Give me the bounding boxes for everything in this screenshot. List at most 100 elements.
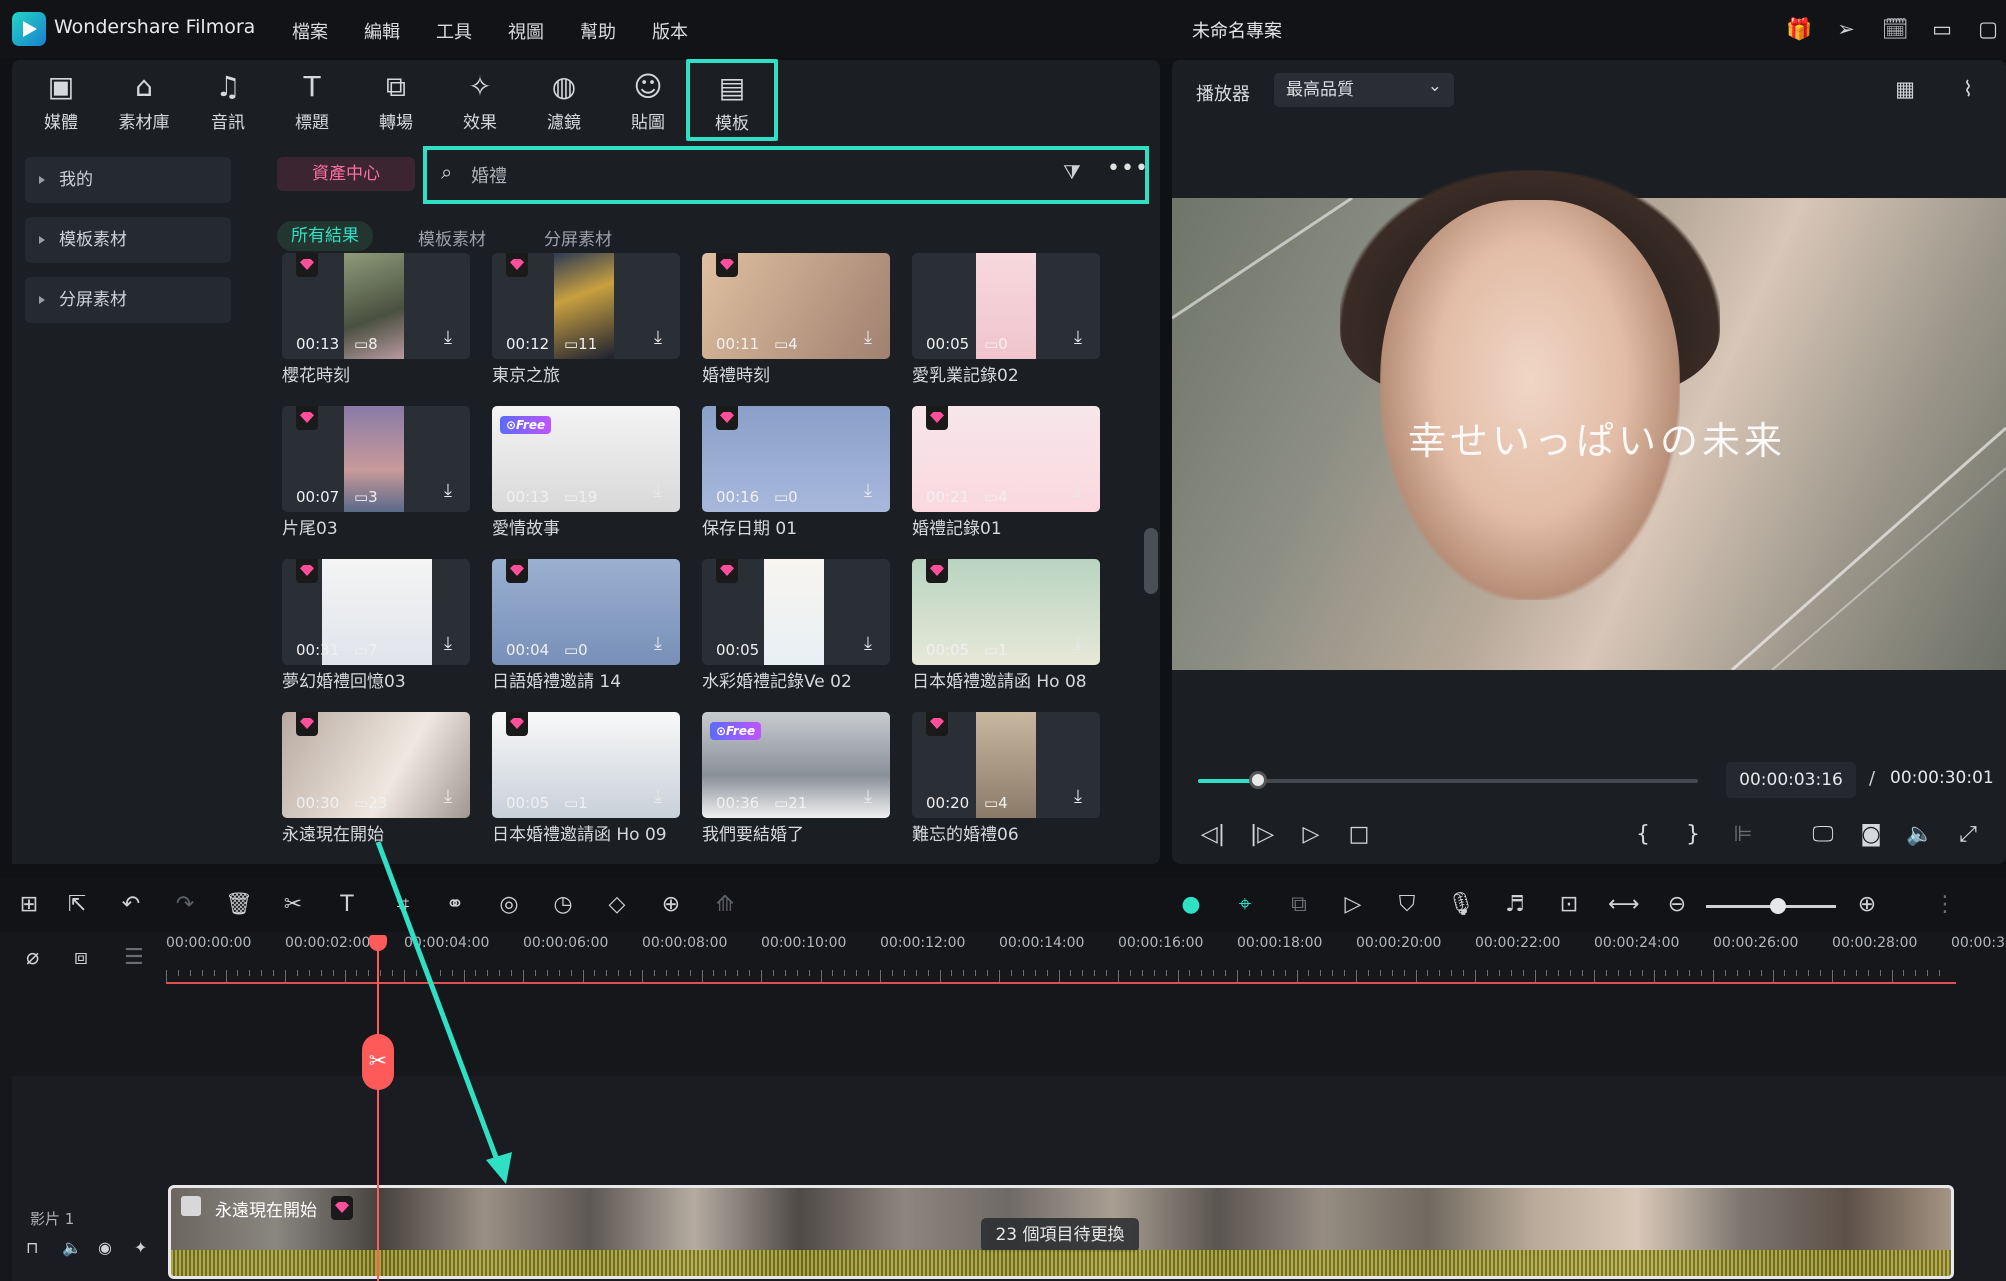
- cut-icon[interactable]: ✂: [278, 890, 308, 920]
- redo-icon[interactable]: ↷: [170, 890, 200, 920]
- template-card[interactable]: 00:12 ▭11 ⤓: [492, 253, 680, 359]
- download-icon[interactable]: ⤓: [648, 480, 668, 502]
- template-card[interactable]: 00:31 ▭7 ⤓: [282, 559, 470, 665]
- camera-icon[interactable]: ⧉: [1284, 890, 1314, 920]
- more-icon[interactable]: •••: [1107, 156, 1149, 181]
- play-icon[interactable]: ▷: [1296, 820, 1326, 850]
- menu-help[interactable]: 幫助: [580, 18, 616, 44]
- template-card[interactable]: 00:07 ▭3 ⤓: [282, 406, 470, 512]
- library-scrollbar[interactable]: [1144, 528, 1158, 594]
- template-clip[interactable]: 永遠現在開始 23 個項目待更換: [168, 1185, 1954, 1279]
- zoom-knob[interactable]: [1770, 898, 1786, 914]
- mic-icon[interactable]: 🎙: [1446, 890, 1476, 920]
- audio-mix-icon[interactable]: ♬: [1500, 890, 1530, 920]
- delete-icon[interactable]: 🗑: [224, 890, 254, 920]
- tab-all-results[interactable]: 所有結果: [277, 221, 373, 251]
- snapshot-icon[interactable]: ◙: [1856, 820, 1886, 850]
- shield-icon[interactable]: ⛉: [1392, 890, 1422, 920]
- fullscreen-icon[interactable]: ⤢: [1953, 820, 1983, 850]
- speed-icon[interactable]: ◷: [548, 890, 578, 920]
- download-icon[interactable]: ⤓: [1068, 786, 1088, 808]
- download-icon[interactable]: ⤓: [438, 786, 458, 808]
- download-icon[interactable]: ⤓: [1068, 633, 1088, 655]
- link-icon[interactable]: ⌀: [26, 945, 39, 970]
- options-icon[interactable]: ⋮: [1930, 890, 1960, 920]
- tool-stock[interactable]: ⌂ 素材庫: [109, 70, 179, 134]
- preview-fx-icon[interactable]: ⊡: [1554, 890, 1584, 920]
- tool-transition[interactable]: ⧉ 轉場: [361, 70, 431, 134]
- zoom-out-icon[interactable]: ⊖: [1662, 890, 1692, 920]
- asset-center-button[interactable]: 資產中心: [277, 157, 415, 191]
- template-card[interactable]: 00:05 ▭1 ⤓: [702, 559, 890, 665]
- keyframe-icon[interactable]: ◇: [602, 890, 632, 920]
- mute-icon[interactable]: 🔈: [62, 1238, 82, 1257]
- ai-text-icon[interactable]: ⊕: [656, 890, 686, 920]
- layout-icon[interactable]: ▭: [1929, 16, 1955, 42]
- history-icon[interactable]: 🗓: [1882, 16, 1909, 42]
- tool-title[interactable]: T 標題: [277, 70, 347, 134]
- template-card[interactable]: 00:05 ▭1 ⤓: [912, 559, 1100, 665]
- template-card[interactable]: 00:20 ▭4 ⤓: [912, 712, 1100, 818]
- next-frame-icon[interactable]: |▷: [1247, 820, 1277, 850]
- undo-icon[interactable]: ↶: [116, 890, 146, 920]
- magic-icon[interactable]: ✦: [134, 1238, 147, 1257]
- lock-icon[interactable]: ⊓: [26, 1238, 38, 1257]
- insert-icon[interactable]: ⊫: [1728, 820, 1758, 850]
- template-card[interactable]: 00:05 ▭0 ⤓: [912, 253, 1100, 359]
- tab-split-screen[interactable]: 分屏素材: [544, 225, 612, 250]
- template-card[interactable]: 00:04 ▭0 ⤓: [492, 559, 680, 665]
- playback-progress[interactable]: [1198, 779, 1698, 783]
- group-icon[interactable]: ⧈: [74, 945, 88, 970]
- sidebar-item-template-assets[interactable]: 模板素材: [25, 217, 231, 263]
- render-icon[interactable]: ▷: [1338, 890, 1368, 920]
- template-card[interactable]: ⊙Free 00:13 ▭19 ⤓: [492, 406, 680, 512]
- send-icon[interactable]: ➢: [1833, 16, 1859, 42]
- display-icon[interactable]: 🖵: [1808, 820, 1838, 850]
- layout-grid-icon[interactable]: ⊞: [14, 890, 44, 920]
- tool-template[interactable]: ▤ 模板: [686, 59, 778, 141]
- template-card[interactable]: ⊙Free 00:36 ▭21 ⤓: [702, 712, 890, 818]
- text-icon[interactable]: T: [332, 890, 362, 920]
- playhead[interactable]: [377, 935, 379, 1281]
- tab-template-assets[interactable]: 模板素材: [418, 225, 486, 250]
- download-icon[interactable]: ⤓: [438, 633, 458, 655]
- download-icon[interactable]: ⤓: [858, 327, 878, 349]
- template-card[interactable]: 00:11 ▭4 ⤓: [702, 253, 890, 359]
- mark-out-icon[interactable]: }: [1678, 820, 1708, 850]
- quality-select[interactable]: 最高品質: [1274, 69, 1454, 107]
- menu-version[interactable]: 版本: [652, 18, 688, 44]
- menu-tools[interactable]: 工具: [436, 18, 472, 44]
- mark-in-icon[interactable]: {: [1628, 820, 1658, 850]
- split-scissors-icon[interactable]: ✂: [362, 1034, 394, 1090]
- download-icon[interactable]: ⤓: [858, 786, 878, 808]
- crop-icon[interactable]: ⌗: [388, 890, 418, 920]
- eye-icon[interactable]: ◉: [98, 1238, 112, 1257]
- ai-icon[interactable]: ◎: [494, 890, 524, 920]
- track-icon[interactable]: ☰: [124, 945, 144, 970]
- template-card[interactable]: 00:16 ▭0 ⤓: [702, 406, 890, 512]
- menu-edit[interactable]: 編輯: [364, 18, 400, 44]
- grid-view-icon[interactable]: ▦: [1892, 76, 1918, 102]
- template-card[interactable]: 00:30 ▭23 ⤓: [282, 712, 470, 818]
- tool-filter[interactable]: ◍ 濾鏡: [529, 70, 599, 134]
- template-card[interactable]: 00:13 ▭8 ⤓: [282, 253, 470, 359]
- search-input[interactable]: [471, 160, 1031, 190]
- download-icon[interactable]: ⤓: [1068, 327, 1088, 349]
- sidebar-item-split-screen[interactable]: 分屏素材: [25, 277, 231, 323]
- template-card[interactable]: 00:05 ▭1 ⤓: [492, 712, 680, 818]
- select-icon[interactable]: ⇱: [62, 890, 92, 920]
- download-icon[interactable]: ⤓: [858, 633, 878, 655]
- timeline-ruler[interactable]: 00:00:00:00 00:00:02:00 00:00:04:00 00:00:0…: [166, 935, 2006, 985]
- download-icon[interactable]: ⤓: [438, 480, 458, 502]
- download-icon[interactable]: ⤓: [648, 327, 668, 349]
- tool-effects[interactable]: ✧ 效果: [445, 70, 515, 134]
- download-icon[interactable]: ⤓: [438, 327, 458, 349]
- gift-icon[interactable]: 🎁: [1786, 16, 1812, 42]
- download-icon[interactable]: ⤓: [648, 633, 668, 655]
- download-icon[interactable]: ⤓: [648, 786, 668, 808]
- download-icon[interactable]: ⤓: [1068, 480, 1088, 502]
- ai-mate-icon[interactable]: ●: [1176, 890, 1206, 920]
- tool-media[interactable]: ▣ 媒體: [26, 70, 96, 134]
- tool-audio[interactable]: ♫ 音訊: [193, 70, 263, 134]
- prev-frame-icon[interactable]: ◁|: [1198, 820, 1228, 850]
